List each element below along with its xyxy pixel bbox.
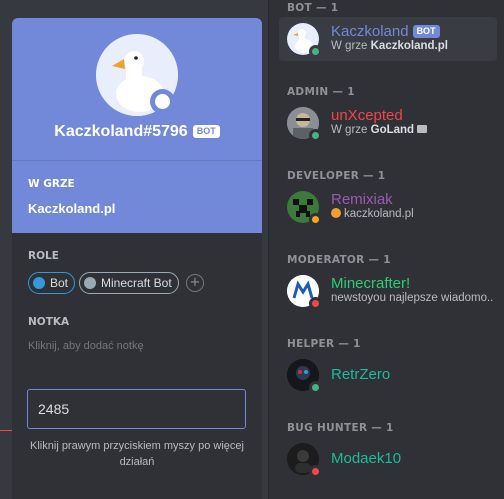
role-pill-bot[interactable]: Bot [28, 272, 76, 294]
status-online-icon [309, 381, 322, 394]
member-name: Modaek10 [331, 450, 402, 467]
status-online-icon [150, 89, 175, 114]
group-header-admin: ADMIN — 1 [287, 86, 355, 98]
new-messages-divider [0, 430, 12, 431]
status-dnd-icon [309, 465, 322, 478]
member-name: Remixiak [331, 191, 393, 208]
role-pill-minecraft-bot[interactable]: Minecraft Bot [79, 272, 179, 294]
bot-tag: BOT [412, 25, 440, 38]
game-icon [417, 125, 428, 133]
activity-prefix: W grze [331, 124, 371, 136]
message-input[interactable] [27, 389, 246, 429]
member-name: Kaczkoland [331, 23, 409, 40]
planet-emoji-icon [331, 208, 341, 218]
note-field[interactable]: Kliknij, aby dodać notkę [28, 340, 144, 352]
activity-game: Kaczkoland.pl [370, 40, 448, 52]
member-custom-status: kaczkoland.pl [331, 208, 493, 220]
member-activity: W grze Kaczkoland.pl [331, 40, 493, 52]
member-remixiak[interactable]: Remixiak kaczkoland.pl [279, 185, 497, 229]
add-role-button[interactable]: + [186, 274, 204, 292]
activity-prefix: W grze [331, 40, 371, 52]
group-header-developer: DEVELOPER — 1 [287, 170, 386, 182]
member-kaczkoland[interactable]: Kaczkoland BOT W grze Kaczkoland.pl [279, 17, 497, 61]
member-retrzero[interactable]: RetrZero [279, 353, 497, 397]
custom-status-text: kaczkoland.pl [344, 208, 414, 220]
role-color-dot [84, 277, 96, 289]
member-unxcepted[interactable]: unXcepted W grze GoLand [279, 101, 497, 145]
member-name: unXcepted [331, 107, 403, 124]
member-list: BOT — 1 Kaczkoland BOT W grze Kaczkoland.… [268, 0, 504, 499]
group-header-moderator: MODERATOR — 1 [287, 254, 391, 266]
note-label: NOTKA [28, 316, 70, 328]
group-header-bug-hunter: BUG HUNTER — 1 [287, 422, 394, 434]
activity-label: W GRZE [28, 178, 75, 190]
group-header-helper: HELPER — 1 [287, 338, 361, 350]
header-divider [12, 160, 262, 161]
member-custom-status: newstoyou najlepsze wiadomo... [331, 292, 493, 304]
bot-tag: BOT [192, 125, 220, 138]
member-minecrafter[interactable]: Minecrafter! newstoyou najlepsze wiadomo… [279, 269, 497, 313]
activity-value: Kaczkoland.pl [28, 201, 116, 216]
member-activity: W grze GoLand [331, 124, 493, 136]
group-header-bot: BOT — 1 [287, 2, 339, 14]
status-online-icon [309, 129, 322, 142]
roles-label: ROLE [28, 250, 59, 262]
role-color-dot [33, 277, 45, 289]
status-online-icon [309, 45, 322, 58]
status-dnd-icon [309, 297, 322, 310]
role-name: Minecraft Bot [101, 276, 172, 290]
member-modaek10[interactable]: Modaek10 [279, 437, 497, 481]
status-idle-icon [309, 213, 322, 226]
popout-hint: Kliknij prawym przyciskiem myszy po więc… [30, 440, 244, 468]
role-name: Bot [50, 276, 69, 290]
popout-header: Kaczkoland#5796 BOT W GRZE Kaczkoland.pl [12, 18, 262, 233]
user-popout: Kaczkoland#5796 BOT W GRZE Kaczkoland.pl … [12, 18, 262, 499]
popout-username: Kaczkoland#5796 [54, 123, 188, 140]
member-name: RetrZero [331, 366, 391, 383]
member-name: Minecrafter! [331, 275, 411, 292]
activity-game: GoLand [370, 124, 415, 136]
